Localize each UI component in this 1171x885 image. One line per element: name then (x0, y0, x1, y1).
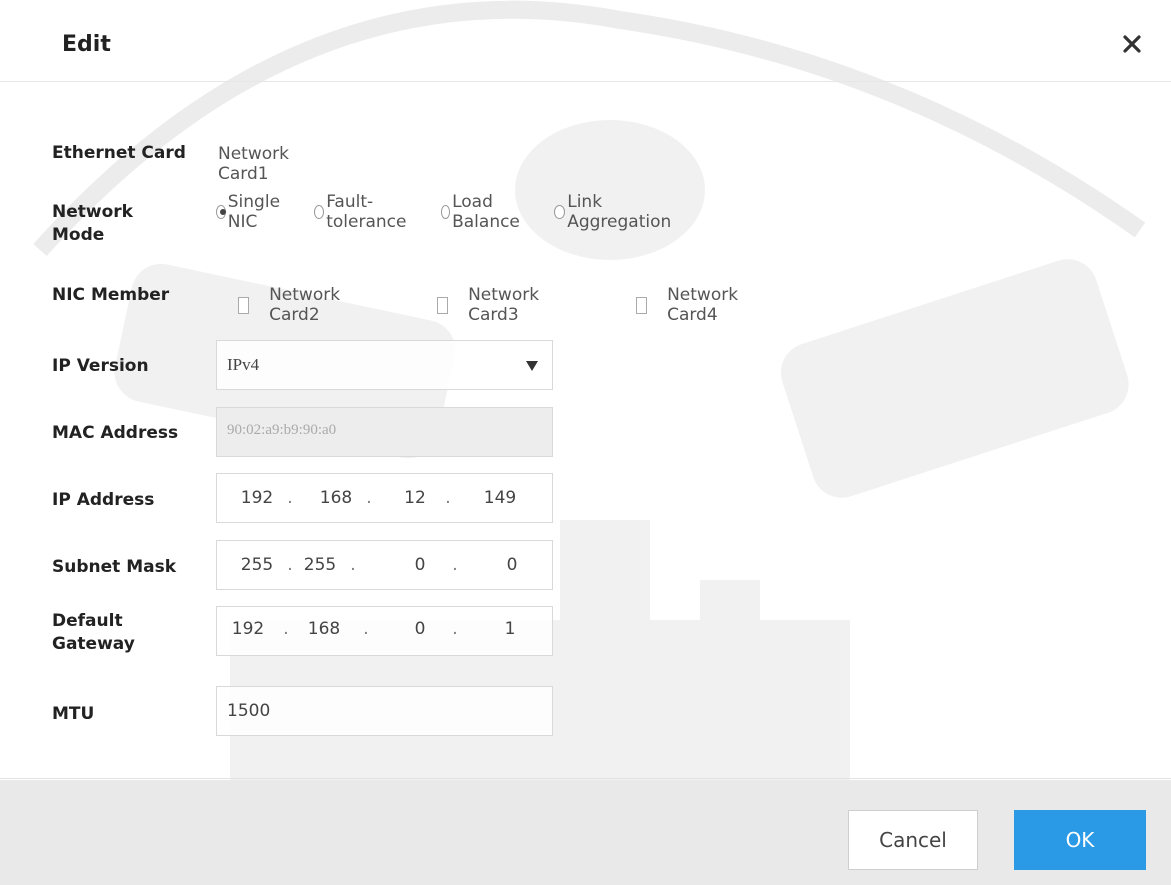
network-mode-radio-group: Single NIC Fault-tolerance Load Balance … (216, 192, 704, 232)
nic-member-checkbox-3[interactable]: Network Card3 (437, 285, 545, 325)
ip-version-select[interactable]: IPv4 (216, 340, 553, 390)
checkbox-icon (437, 296, 449, 314)
subnet-mask-label: Subnet Mask (52, 557, 177, 577)
octet-separator: . (363, 619, 369, 639)
octet-separator: . (366, 488, 372, 508)
ip-octet-input[interactable]: 192 (232, 488, 282, 508)
mtu-input[interactable]: 1500 (216, 686, 553, 736)
edit-dialog: Edit Ethernet Card Network Card1 Network… (0, 0, 1171, 885)
checkbox-label: Network Card2 (269, 285, 341, 325)
nic-member-checkbox-2[interactable]: Network Card2 (238, 285, 346, 325)
checkbox-icon (238, 296, 250, 314)
radio-label: Load Balance (452, 192, 520, 232)
radio-unselected-icon (554, 205, 566, 219)
ethernet-card-label: Ethernet Card (52, 143, 186, 163)
ip-version-label: IP Version (52, 356, 149, 376)
gateway-octet-input[interactable]: 1 (485, 619, 535, 639)
dropdown-arrow-icon (526, 361, 538, 371)
octet-separator: . (452, 619, 458, 639)
octet-separator: . (350, 555, 356, 575)
gateway-octet-input[interactable]: 168 (299, 619, 349, 639)
gateway-octet-input[interactable]: 192 (223, 619, 273, 639)
radio-label: Single NIC (227, 192, 281, 232)
radio-label: Link Aggregation (567, 192, 672, 232)
checkbox-icon (636, 296, 648, 314)
radio-label: Fault-tolerance (326, 192, 407, 232)
mtu-value: 1500 (227, 701, 271, 721)
ok-button[interactable]: OK (1014, 810, 1146, 870)
subnet-mask-input[interactable]: 255 . 255 . 0 . 0 (216, 540, 553, 590)
radio-load-balance[interactable]: Load Balance (440, 192, 525, 232)
ip-octet-input[interactable]: 12 (390, 488, 440, 508)
default-gateway-input[interactable]: 192 . 168 . 0 . 1 (216, 606, 553, 656)
mtu-label: MTU (52, 704, 95, 724)
ip-version-value: IPv4 (227, 355, 260, 374)
ip-address-input[interactable]: 192 . 168 . 12 . 149 (216, 473, 553, 523)
mac-address-label: MAC Address (52, 423, 179, 443)
network-mode-label: Network Mode (52, 202, 133, 245)
radio-selected-icon (216, 205, 226, 219)
close-icon[interactable] (1120, 32, 1144, 56)
octet-separator: . (452, 555, 458, 575)
octet-separator: . (283, 619, 289, 639)
subnet-octet-input[interactable]: 255 (232, 555, 282, 575)
checkbox-label: Network Card3 (468, 285, 540, 325)
radio-unselected-icon (314, 205, 325, 219)
ip-octet-input[interactable]: 149 (475, 488, 525, 508)
subnet-octet-input[interactable]: 0 (395, 555, 445, 575)
radio-unselected-icon (440, 205, 451, 219)
radio-link-aggregation[interactable]: Link Aggregation (554, 192, 674, 232)
subnet-octet-input[interactable]: 255 (295, 555, 345, 575)
gateway-octet-input[interactable]: 0 (395, 619, 445, 639)
octet-separator: . (445, 488, 451, 508)
nic-member-checkbox-4[interactable]: Network Card4 (636, 285, 744, 325)
ip-address-label: IP Address (52, 490, 155, 510)
mac-address-value: 90:02:a9:b9:90:a0 (227, 422, 337, 438)
octet-separator: . (287, 488, 293, 508)
checkbox-label: Network Card4 (667, 285, 739, 325)
octet-separator: . (287, 555, 293, 575)
radio-single-nic[interactable]: Single NIC (216, 192, 284, 232)
radio-fault-tolerance[interactable]: Fault-tolerance (314, 192, 410, 232)
dialog-title: Edit (62, 32, 111, 57)
ip-octet-input[interactable]: 168 (311, 488, 361, 508)
default-gateway-label: Default Gateway (52, 611, 135, 654)
nic-member-label: NIC Member (52, 285, 170, 305)
footer-divider (0, 778, 1171, 779)
mac-address-field: 90:02:a9:b9:90:a0 (216, 407, 553, 457)
subnet-octet-input[interactable]: 0 (487, 555, 537, 575)
dialog-header: Edit (0, 0, 1171, 82)
ethernet-card-value: Network Card1 (218, 144, 289, 184)
cancel-button[interactable]: Cancel (848, 810, 978, 870)
